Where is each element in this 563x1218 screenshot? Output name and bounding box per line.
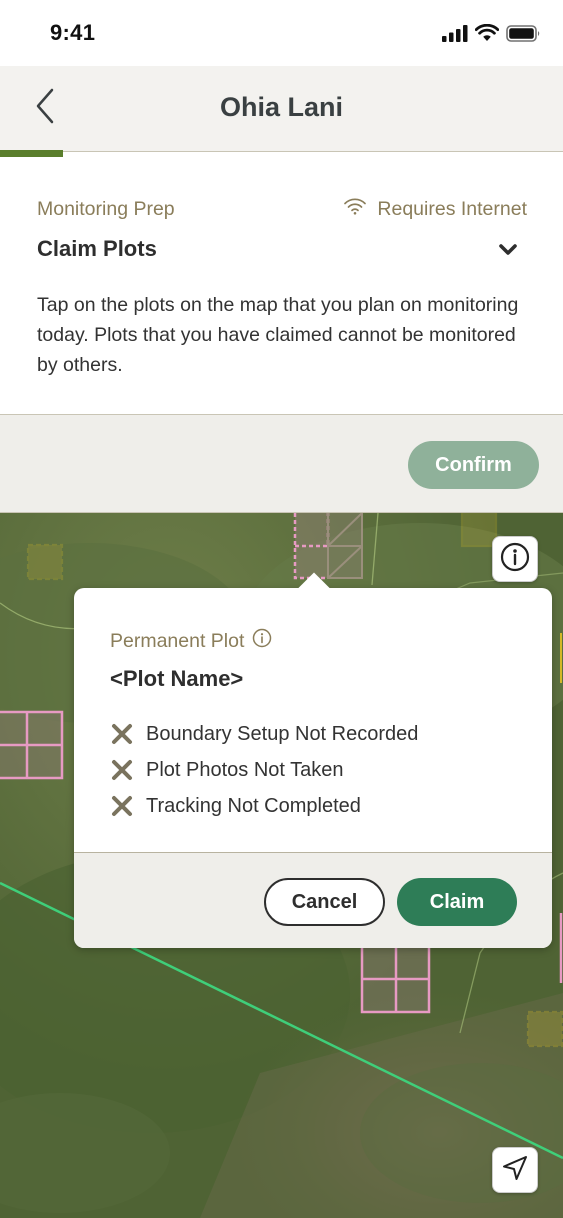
checklist-label: Plot Photos Not Taken <box>146 758 344 781</box>
plot-popup: Permanent Plot <Plot Name> Boundary Setu… <box>74 572 552 948</box>
plot-type-label: Permanent Plot <box>110 629 245 652</box>
cellular-signal-icon <box>442 24 468 42</box>
status-bar: 9:41 <box>0 0 563 66</box>
claim-button[interactable]: Claim <box>397 878 517 926</box>
checklist-label: Boundary Setup Not Recorded <box>146 722 419 745</box>
checklist-label: Tracking Not Completed <box>146 794 361 817</box>
popup-footer: Cancel Claim <box>74 852 552 948</box>
requires-internet-label: Requires Internet <box>377 197 527 220</box>
close-icon <box>110 758 134 782</box>
cancel-button[interactable]: Cancel <box>264 878 385 926</box>
wifi-icon <box>343 197 367 221</box>
status-time: 9:41 <box>50 20 96 45</box>
list-item: Plot Photos Not Taken <box>110 752 418 788</box>
page-title: Ohia Lani <box>219 92 344 122</box>
map-info-button[interactable] <box>492 536 538 582</box>
info-icon <box>499 541 531 578</box>
wifi-icon <box>475 24 499 42</box>
plot-type: Permanent Plot <box>110 628 272 654</box>
progress-indicator <box>0 150 63 157</box>
requires-internet-badge: Requires Internet <box>343 197 527 221</box>
locate-me-button[interactable] <box>492 1147 538 1193</box>
section-label: Monitoring Prep <box>37 198 175 220</box>
close-icon <box>110 722 134 746</box>
step-description: Tap on the plots on the map that you pla… <box>37 294 519 376</box>
step-title: Claim Plots <box>37 236 157 261</box>
battery-icon <box>506 24 541 42</box>
header: Ohia Lani <box>0 66 563 152</box>
info-icon[interactable] <box>252 628 272 654</box>
confirm-button[interactable]: Confirm <box>408 441 539 489</box>
monitoring-prep-panel: Monitoring Prep Requires Internet Claim … <box>0 157 563 414</box>
close-icon <box>110 794 134 818</box>
chevron-down-icon <box>497 244 519 265</box>
status-icons <box>442 24 541 42</box>
plot-name: <Plot Name> <box>110 666 244 691</box>
confirm-bar: Confirm <box>0 414 563 513</box>
list-item: Tracking Not Completed <box>110 788 418 824</box>
navigation-arrow-icon <box>500 1153 530 1188</box>
list-item: Boundary Setup Not Recorded <box>110 716 418 752</box>
expand-button[interactable] <box>497 239 519 261</box>
plot-status-checklist: Boundary Setup Not Recorded Plot Photos … <box>110 716 418 824</box>
